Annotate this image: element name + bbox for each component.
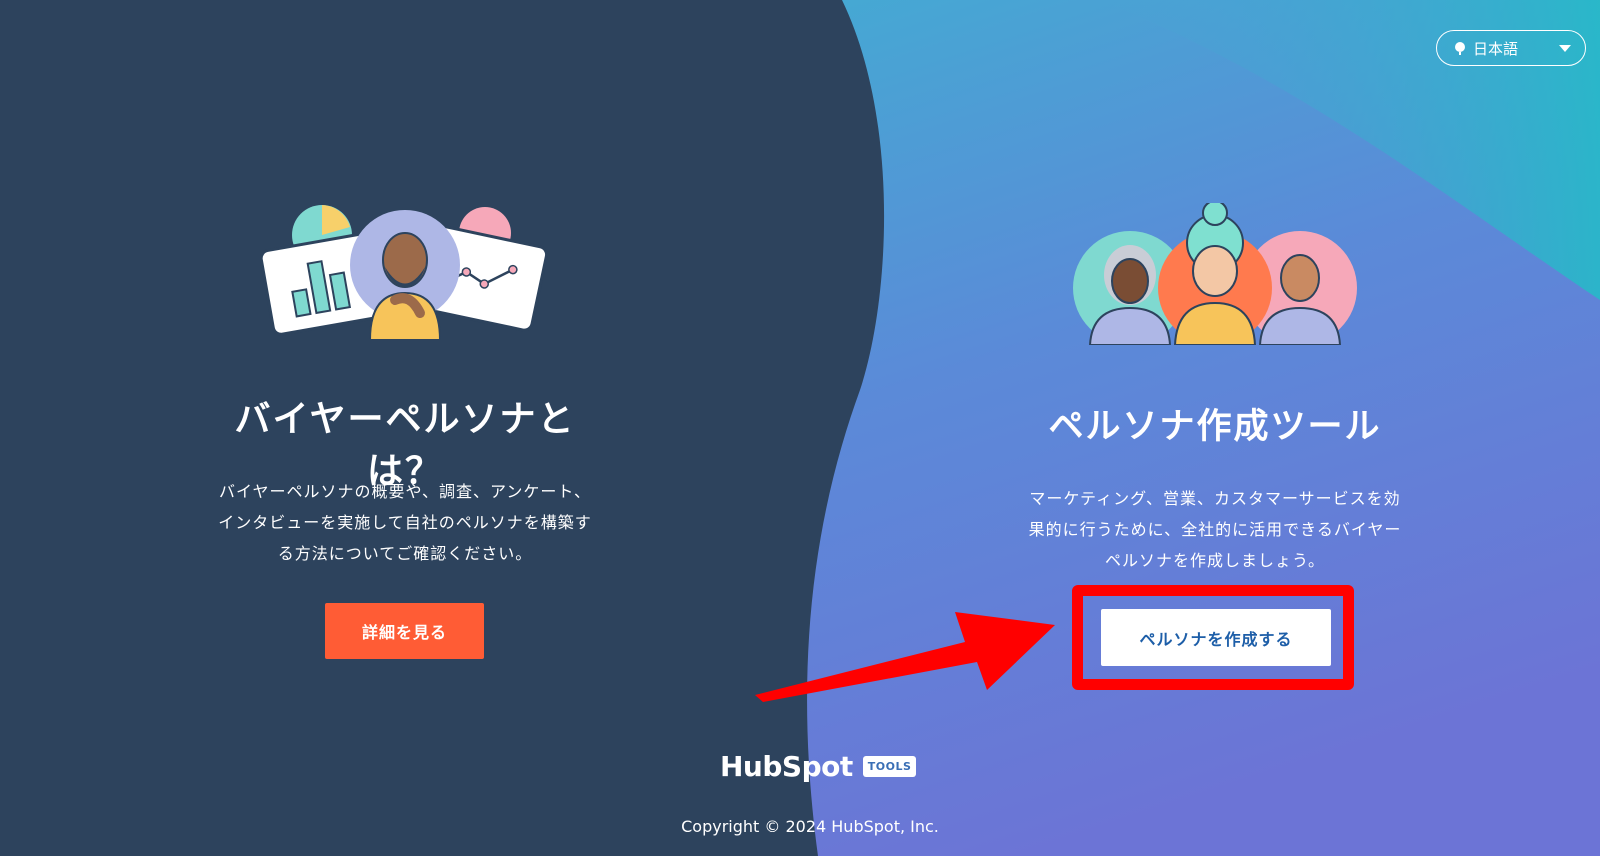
persona-tool-title: ペルソナ作成ツール	[1048, 407, 1382, 447]
description-line: 果的に行うために、全社的に活用できるバイヤー	[1028, 520, 1402, 539]
annotation-arrow-icon	[755, 612, 1055, 702]
description-line: インタビューを実施して自社のペルソナを構築す	[218, 513, 592, 532]
language-selector[interactable]: 日本語	[1436, 30, 1586, 66]
learn-more-button[interactable]: 詳細を見る	[325, 603, 484, 659]
hubspot-tools-logo[interactable]: HubSpot TOOLS	[720, 750, 917, 783]
language-value: 日本語	[1473, 39, 1519, 58]
copyright: Copyright © 2024 HubSpot, Inc.	[681, 817, 939, 836]
buyer-persona-description: バイヤーペルソナの概要や、調査、アンケート、 インタビューを実施して自社のペルソ…	[205, 476, 605, 569]
globe-icon	[1455, 42, 1465, 55]
description-line: バイヤーペルソナの概要や、調査、アンケート、	[218, 482, 592, 501]
persona-tool-description: マーケティング、営業、カスタマーサービスを効 果的に行うために、全社的に活用でき…	[1015, 483, 1415, 576]
chevron-down-icon	[1559, 44, 1571, 52]
buyer-persona-illustration	[260, 205, 549, 340]
hubspot-logo: HubSpot	[720, 750, 853, 783]
description-line: マーケティング、営業、カスタマーサービスを効	[1029, 489, 1401, 508]
tools-badge: TOOLS	[862, 756, 917, 777]
description-line: ペルソナを作成しましょう。	[1104, 551, 1326, 570]
persona-tool-illustration	[1073, 203, 1357, 345]
create-persona-button[interactable]: ペルソナを作成する	[1101, 609, 1331, 666]
description-line: る方法についてご確認ください。	[277, 544, 533, 563]
